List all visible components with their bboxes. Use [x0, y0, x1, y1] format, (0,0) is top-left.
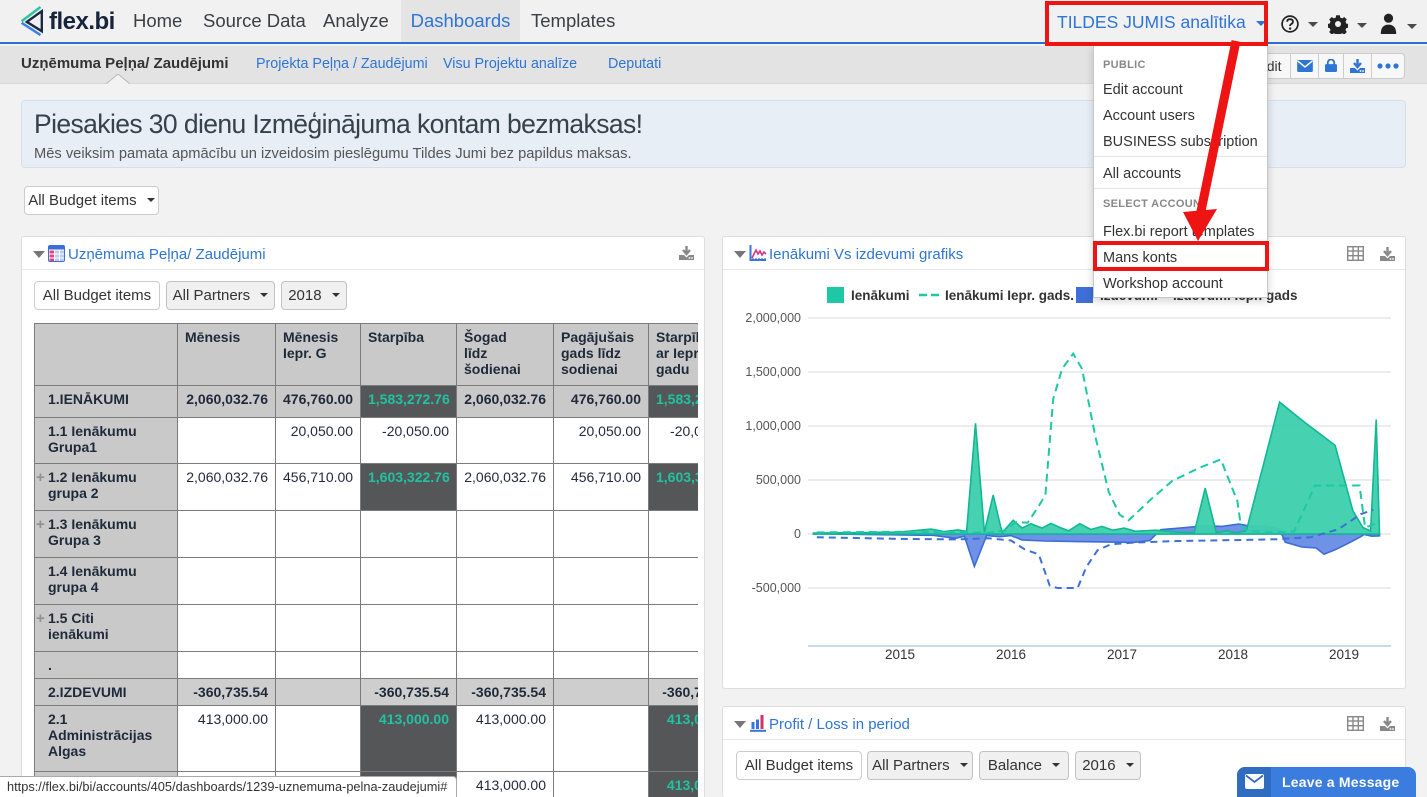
svg-text:Ienākumi: Ienākumi — [851, 288, 910, 303]
svg-text:0: 0 — [794, 527, 801, 541]
svg-text:2016: 2016 — [996, 647, 1026, 662]
svg-text:Ienākumi Iepr. gads.: Ienākumi Iepr. gads. — [945, 288, 1074, 303]
svg-text:1,000,000: 1,000,000 — [745, 419, 801, 433]
svg-text:2,000,000: 2,000,000 — [745, 311, 801, 325]
svg-text:-500,000: -500,000 — [752, 581, 801, 595]
svg-text:1,500,000: 1,500,000 — [745, 365, 801, 379]
svg-text:2015: 2015 — [885, 647, 915, 662]
svg-text:2019: 2019 — [1329, 647, 1359, 662]
svg-text:2017: 2017 — [1107, 647, 1137, 662]
svg-text:2018: 2018 — [1218, 647, 1248, 662]
svg-text:500,000: 500,000 — [756, 473, 801, 487]
